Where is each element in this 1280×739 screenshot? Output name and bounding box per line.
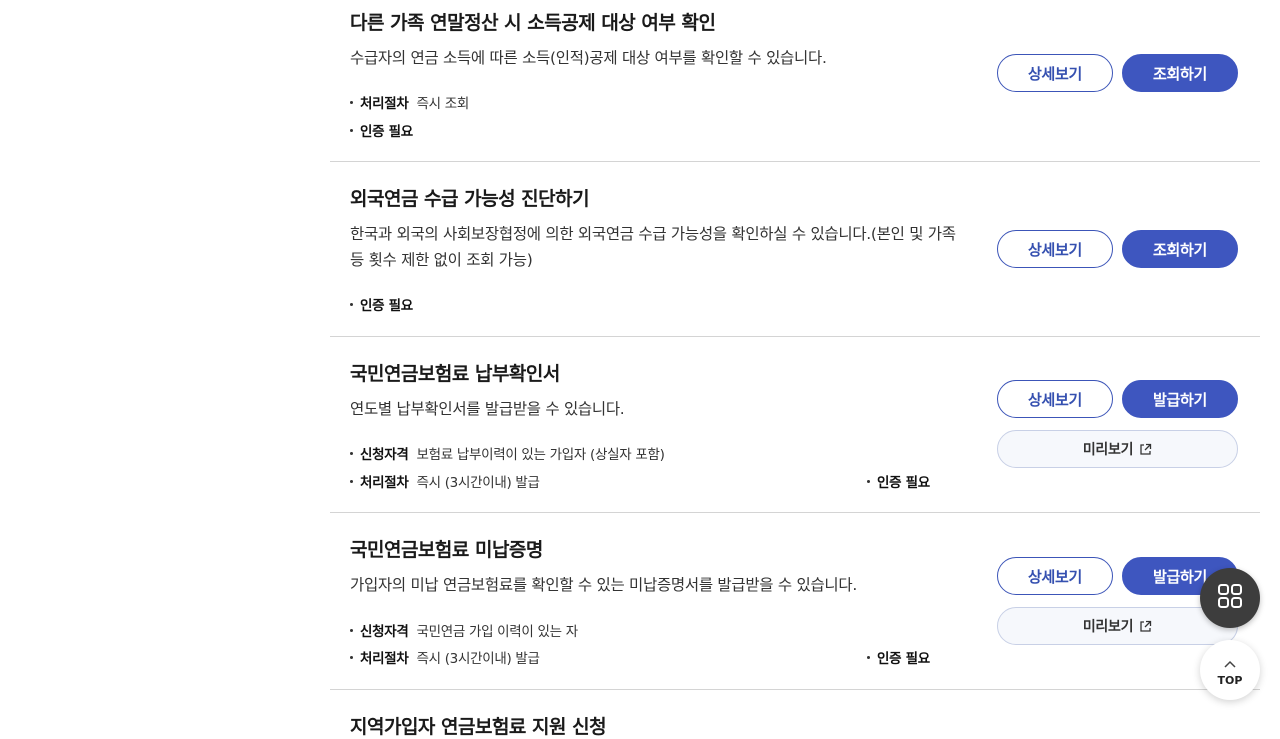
service-item: 다른 가족 연말정산 시 소득공제 대상 여부 확인 수급자의 연금 소득에 따…	[330, 0, 1260, 162]
meta-process: 처리절차 즉시 (3시간이내) 발급	[350, 471, 540, 491]
item-description: 한국과 외국의 사회보장협정에 의한 외국연금 수급 가능성을 확인하실 수 있…	[350, 225, 956, 269]
service-item: 지역가입자 연금보험료 지원 신청	[330, 690, 1260, 738]
quick-menu-button[interactable]	[1200, 568, 1260, 628]
item-title: 지역가입자 연금보험료 지원 신청	[350, 716, 607, 738]
inquiry-button[interactable]: 조회하기	[1122, 54, 1238, 92]
grid-menu-icon	[1217, 583, 1243, 613]
meta-eligibility: 신청자격 보험료 납부이력이 있는 가입자 (상실자 포함)	[350, 443, 665, 463]
bullet-icon	[350, 128, 353, 132]
issue-button[interactable]: 발급하기	[1122, 380, 1238, 418]
detail-button[interactable]: 상세보기	[997, 557, 1113, 595]
meta-key: 신청자격	[360, 447, 409, 463]
service-item: 국민연금보험료 미납증명 가입자의 미납 연금보험료를 확인할 수 있는 미납증…	[330, 513, 1260, 690]
external-link-icon	[1139, 620, 1152, 633]
item-description: 가입자의 미납 연금보험료를 확인할 수 있는 미납증명서를 발급받을 수 있습…	[350, 576, 857, 594]
preview-label: 미리보기	[1082, 619, 1134, 635]
meta-value: 국민연금 가입 이력이 있는 자	[416, 624, 578, 640]
preview-button[interactable]: 미리보기	[997, 607, 1238, 645]
meta-auth: 인증 필요	[867, 647, 938, 667]
meta-key: 인증 필요	[877, 475, 930, 491]
bullet-icon	[350, 100, 353, 104]
item-description: 연도별 납부확인서를 발급받을 수 있습니다.	[350, 400, 625, 418]
meta-auth: 인증 필요	[350, 294, 421, 314]
bullet-icon	[867, 479, 870, 483]
meta-value: 즉시 조회	[416, 96, 469, 112]
meta-value: 보험료 납부이력이 있는 가입자 (상실자 포함)	[416, 447, 665, 463]
external-link-icon	[1139, 443, 1152, 456]
meta-key: 신청자격	[360, 624, 409, 640]
meta-key: 처리절차	[360, 96, 409, 112]
scroll-top-button[interactable]: TOP	[1200, 640, 1260, 700]
service-item: 외국연금 수급 가능성 진단하기 한국과 외국의 사회보장협정에 의한 외국연금…	[330, 162, 1260, 337]
top-label: TOP	[1217, 674, 1243, 687]
bullet-icon	[350, 628, 353, 632]
bullet-icon	[350, 655, 353, 659]
meta-value: 즉시 (3시간이내) 발급	[416, 651, 540, 667]
detail-button[interactable]: 상세보기	[997, 54, 1113, 92]
bullet-icon	[350, 479, 353, 483]
meta-process: 처리절차 즉시 조회	[350, 92, 469, 112]
item-title: 외국연금 수급 가능성 진단하기	[350, 188, 590, 210]
service-list: 다른 가족 연말정산 시 소득공제 대상 여부 확인 수급자의 연금 소득에 따…	[330, 0, 1260, 738]
service-item: 국민연금보험료 납부확인서 연도별 납부확인서를 발급받을 수 있습니다. 신청…	[330, 337, 1260, 513]
detail-button[interactable]: 상세보기	[997, 230, 1113, 268]
item-title: 국민연금보험료 미납증명	[350, 539, 543, 561]
meta-auth: 인증 필요	[350, 120, 421, 140]
bullet-icon	[350, 302, 353, 306]
meta-key: 처리절차	[360, 651, 409, 667]
meta-eligibility: 신청자격 국민연금 가입 이력이 있는 자	[350, 620, 578, 640]
chevron-up-icon	[1224, 653, 1236, 672]
preview-button[interactable]: 미리보기	[997, 430, 1238, 468]
meta-value: 즉시 (3시간이내) 발급	[416, 475, 540, 491]
bullet-icon	[867, 655, 870, 659]
inquiry-button[interactable]: 조회하기	[1122, 230, 1238, 268]
meta-key: 인증 필요	[360, 298, 413, 314]
meta-key: 처리절차	[360, 475, 409, 491]
meta-auth: 인증 필요	[867, 471, 938, 491]
item-title: 다른 가족 연말정산 시 소득공제 대상 여부 확인	[350, 12, 716, 34]
meta-key: 인증 필요	[360, 124, 413, 140]
detail-button[interactable]: 상세보기	[997, 380, 1113, 418]
item-description: 수급자의 연금 소득에 따른 소득(인적)공제 대상 여부를 확인할 수 있습니…	[350, 49, 827, 67]
item-title: 국민연금보험료 납부확인서	[350, 363, 560, 385]
meta-process: 처리절차 즉시 (3시간이내) 발급	[350, 647, 540, 667]
meta-key: 인증 필요	[877, 651, 930, 667]
preview-label: 미리보기	[1082, 442, 1134, 458]
bullet-icon	[350, 451, 353, 455]
